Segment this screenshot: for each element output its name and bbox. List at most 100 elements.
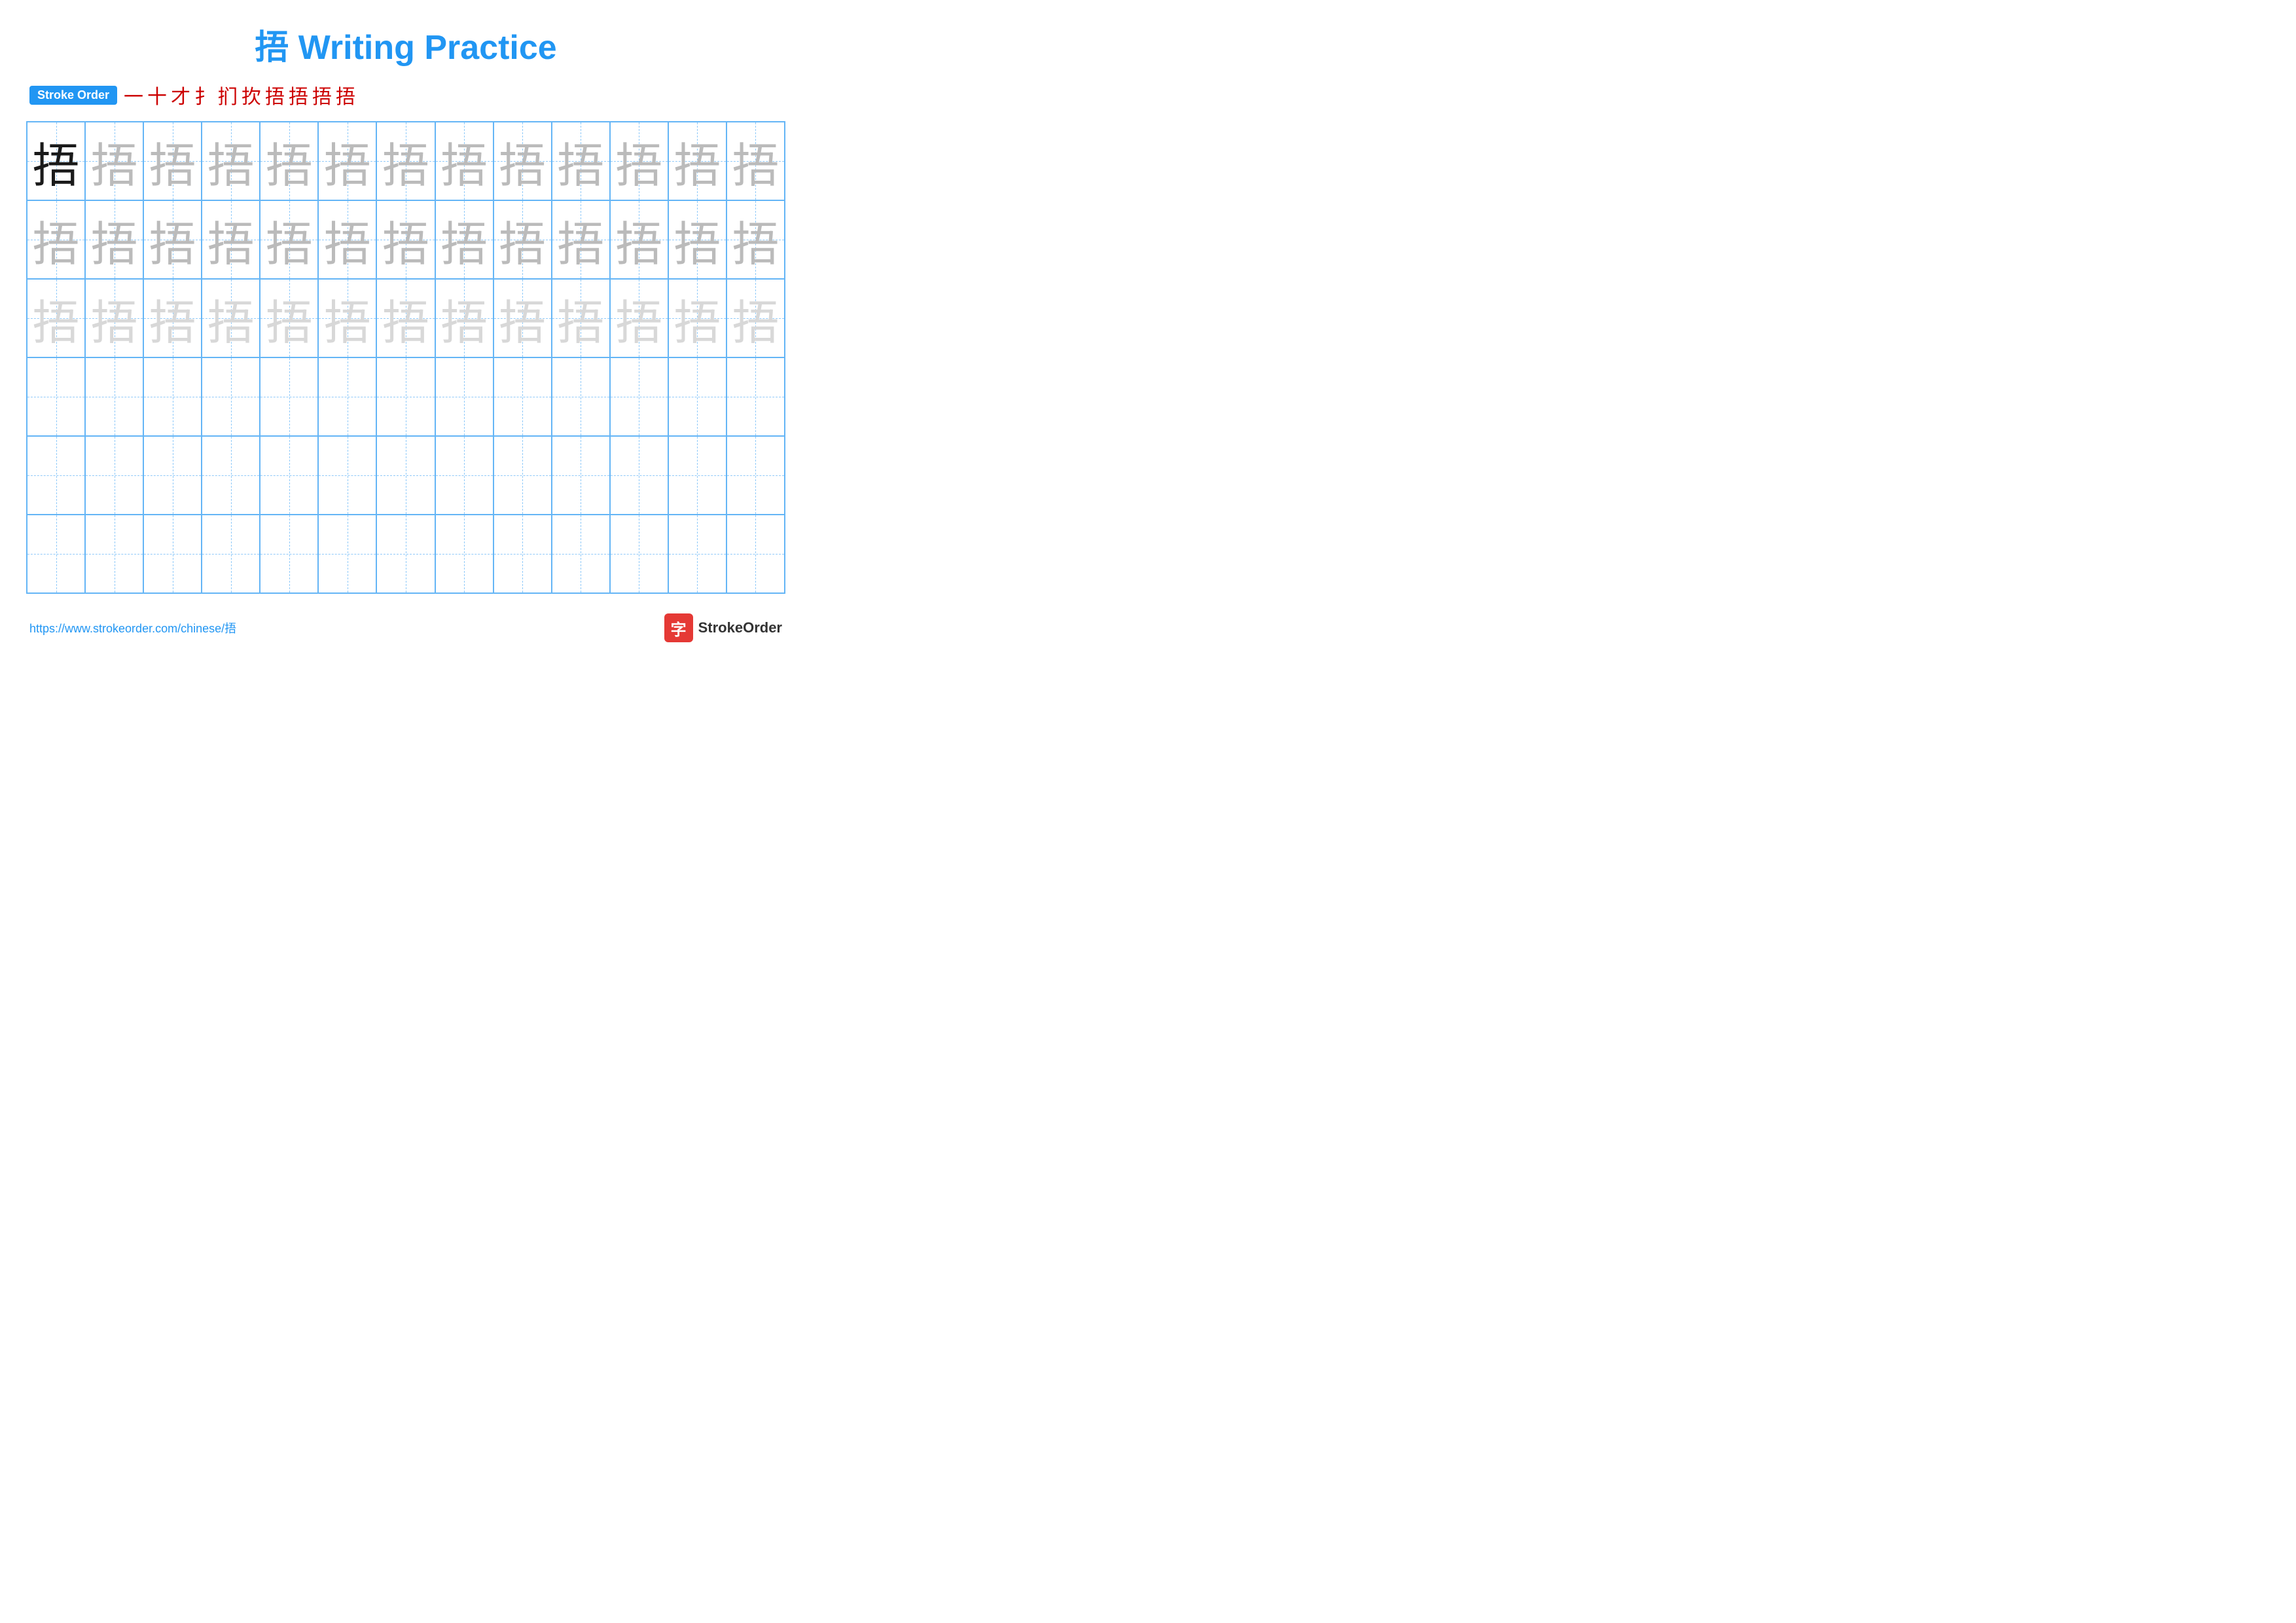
grid-cell[interactable]: 捂: [493, 122, 552, 200]
grid-cell[interactable]: [143, 436, 202, 515]
grid-cell[interactable]: 捂: [376, 122, 435, 200]
grid-cell[interactable]: [202, 357, 260, 436]
page-title: 捂 Writing Practice: [26, 20, 785, 69]
grid-cell[interactable]: [143, 357, 202, 436]
grid-cell[interactable]: 捂: [726, 279, 785, 357]
grid-cell[interactable]: [27, 357, 85, 436]
grid-cell[interactable]: [726, 515, 785, 593]
grid-char: 捂: [91, 127, 138, 196]
grid-cell[interactable]: [726, 436, 785, 515]
stroke-seq-char-7: 捂: [289, 81, 308, 109]
grid-cell[interactable]: 捂: [85, 279, 143, 357]
grid-cell[interactable]: 捂: [552, 122, 610, 200]
grid-cell[interactable]: [376, 436, 435, 515]
stroke-seq-char-3: 扌: [194, 81, 214, 109]
grid-cell[interactable]: [143, 515, 202, 593]
grid-cell[interactable]: 捂: [260, 200, 318, 279]
grid-cell[interactable]: 捂: [668, 279, 726, 357]
footer-url[interactable]: https://www.strokeorder.com/chinese/捂: [29, 619, 236, 636]
grid-cell[interactable]: [202, 436, 260, 515]
grid-cell[interactable]: 捂: [668, 122, 726, 200]
grid-cell[interactable]: [260, 436, 318, 515]
grid-char: 捂: [615, 206, 662, 274]
grid-cell[interactable]: 捂: [318, 122, 376, 200]
grid-char: 捂: [732, 127, 779, 196]
grid-cell[interactable]: [318, 515, 376, 593]
grid-cell[interactable]: [27, 515, 85, 593]
grid-cell[interactable]: 捂: [376, 200, 435, 279]
grid-cell[interactable]: 捂: [610, 200, 668, 279]
grid-cell[interactable]: [668, 436, 726, 515]
grid-cell[interactable]: [552, 436, 610, 515]
grid-cell[interactable]: 捂: [143, 200, 202, 279]
grid-cell[interactable]: 捂: [260, 122, 318, 200]
grid-char: 捂: [149, 206, 196, 274]
grid-char: 捂: [382, 206, 429, 274]
grid-cell[interactable]: [493, 357, 552, 436]
grid-char: 捂: [149, 127, 196, 196]
grid-cell[interactable]: 捂: [85, 122, 143, 200]
grid-cell[interactable]: 捂: [435, 279, 493, 357]
grid-cell[interactable]: 捂: [143, 279, 202, 357]
grid-cell[interactable]: 捂: [143, 122, 202, 200]
grid-cell[interactable]: 捂: [552, 200, 610, 279]
grid-cell[interactable]: 捂: [318, 200, 376, 279]
grid-cell[interactable]: 捂: [27, 279, 85, 357]
grid-cell[interactable]: 捂: [552, 279, 610, 357]
grid-cell[interactable]: [493, 515, 552, 593]
grid-cell[interactable]: 捂: [85, 200, 143, 279]
grid-cell[interactable]: [376, 515, 435, 593]
grid-cell[interactable]: 捂: [260, 279, 318, 357]
stroke-seq-char-1: 十: [147, 81, 167, 109]
grid-cell[interactable]: [668, 357, 726, 436]
grid-char: 捂: [673, 127, 721, 196]
grid-cell[interactable]: [260, 515, 318, 593]
grid-cell[interactable]: [493, 436, 552, 515]
grid-cell[interactable]: [610, 357, 668, 436]
grid-cell[interactable]: 捂: [376, 279, 435, 357]
grid-cell[interactable]: [318, 357, 376, 436]
grid-cell[interactable]: 捂: [27, 122, 85, 200]
grid-cell[interactable]: 捂: [435, 122, 493, 200]
stroke-order-badge: Stroke Order: [29, 86, 117, 105]
grid-cell[interactable]: 捂: [318, 279, 376, 357]
grid-cell[interactable]: [610, 515, 668, 593]
grid-cell[interactable]: [552, 357, 610, 436]
grid-cell[interactable]: [85, 357, 143, 436]
grid-cell[interactable]: 捂: [726, 122, 785, 200]
grid-cell[interactable]: [85, 515, 143, 593]
grid-cell[interactable]: [202, 515, 260, 593]
grid-cell[interactable]: 捂: [493, 200, 552, 279]
stroke-seq-char-5: 扻: [242, 81, 261, 109]
grid-cell[interactable]: [318, 436, 376, 515]
grid-cell[interactable]: [552, 515, 610, 593]
grid-char: 捂: [732, 206, 779, 274]
grid-cell[interactable]: 捂: [202, 279, 260, 357]
grid-cell[interactable]: [260, 357, 318, 436]
grid-cell[interactable]: [27, 436, 85, 515]
grid-cell[interactable]: 捂: [610, 122, 668, 200]
grid-char: 捂: [149, 284, 196, 353]
grid-cell[interactable]: [668, 515, 726, 593]
grid-cell[interactable]: [435, 436, 493, 515]
grid-cell[interactable]: 捂: [726, 200, 785, 279]
grid-char: 捂: [91, 206, 138, 274]
grid-cell[interactable]: 捂: [610, 279, 668, 357]
grid-cell[interactable]: 捂: [493, 279, 552, 357]
grid-char: 捂: [382, 284, 429, 353]
grid-cell[interactable]: 捂: [27, 200, 85, 279]
grid-cell[interactable]: [610, 436, 668, 515]
grid-cell[interactable]: [435, 357, 493, 436]
grid-cell[interactable]: 捂: [202, 122, 260, 200]
grid-char: 捂: [499, 127, 546, 196]
grid-cell[interactable]: 捂: [202, 200, 260, 279]
grid-cell[interactable]: 捂: [668, 200, 726, 279]
grid-char: 捂: [382, 127, 429, 196]
brand-icon: 字: [664, 613, 693, 642]
grid-cell[interactable]: [85, 436, 143, 515]
grid-cell[interactable]: [726, 357, 785, 436]
grid-char: 捂: [33, 127, 80, 196]
grid-cell[interactable]: [435, 515, 493, 593]
grid-cell[interactable]: 捂: [435, 200, 493, 279]
grid-cell[interactable]: [376, 357, 435, 436]
